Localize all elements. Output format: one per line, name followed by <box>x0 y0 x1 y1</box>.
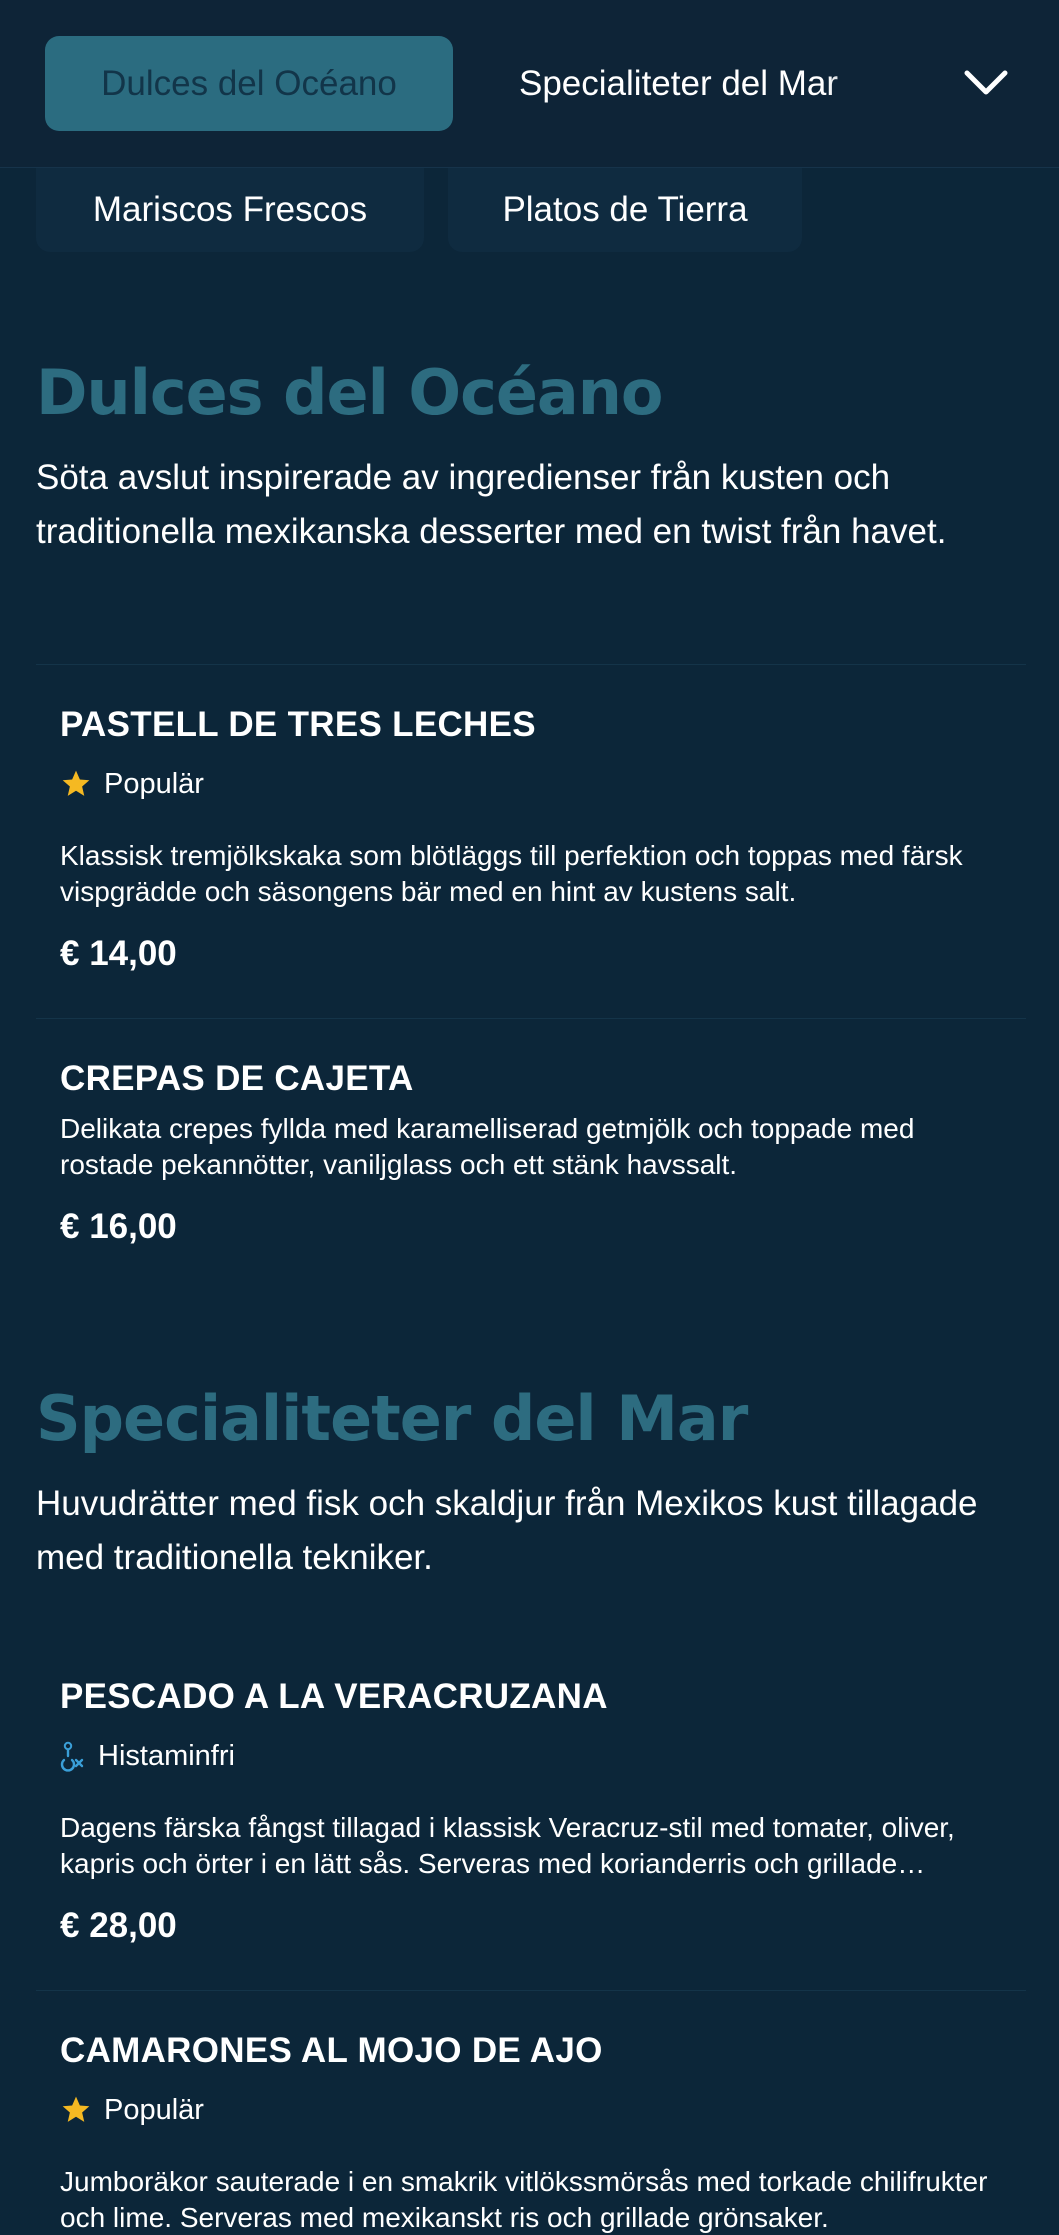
menu-item-price: € 28,00 <box>60 1906 177 1945</box>
menu-item-price: € 14,00 <box>60 934 177 973</box>
divider <box>36 1990 1026 1991</box>
star-icon <box>60 768 92 800</box>
badge-label: Populär <box>104 767 204 800</box>
menu-page: Dulces del Océano Specialiteter del Mar … <box>0 0 1059 2235</box>
section-description: Söta avslut inspirerade av ingredienser … <box>36 458 947 551</box>
badge-label: Histaminfri <box>98 1739 235 1772</box>
menu-item-name: CAMARONES AL MOJO DE AJO <box>60 2031 603 2070</box>
menu-item-name: PASTELL DE TRES LECHES <box>60 705 536 744</box>
menu-item-name: CREPAS DE CAJETA <box>60 1059 414 1098</box>
section-title: Dulces del Océano <box>36 356 663 429</box>
star-icon <box>60 2094 92 2126</box>
tab-dulces-del-oceano[interactable]: Dulces del Océano <box>45 36 453 131</box>
tab-mariscos-frescos[interactable]: Mariscos Frescos <box>36 168 424 252</box>
badge-label: Populär <box>104 2093 204 2126</box>
histamine-free-badge: Histaminfri <box>60 1736 235 1776</box>
chevron-down-icon <box>964 70 1008 95</box>
section-description: Huvudrätter med fisk och skaldjur från M… <box>36 1484 978 1577</box>
popular-badge: Populär <box>60 2090 204 2130</box>
histamine-free-icon <box>60 1740 86 1772</box>
divider <box>36 664 1026 665</box>
expand-categories-button[interactable] <box>950 44 1022 122</box>
menu-item-description: Dagens färska fångst tillagad i klassisk… <box>60 1812 955 1879</box>
menu-item-description: Klassisk tremjölkskaka som blötläggs til… <box>60 840 963 907</box>
menu-item-description: Jumboräkor sauterade i en smakrik vitlök… <box>60 2166 988 2233</box>
menu-item-description: Delikata crepes fyllda med karamellisera… <box>60 1113 915 1180</box>
popular-badge: Populär <box>60 764 204 804</box>
section-title: Specialiteter del Mar <box>36 1382 748 1455</box>
category-nav-bar: Dulces del Océano Specialiteter del Mar <box>0 0 1059 168</box>
tab-platos-de-tierra[interactable]: Platos de Tierra <box>448 168 802 252</box>
tab-specialiteter-del-mar[interactable]: Specialiteter del Mar <box>490 36 910 131</box>
divider <box>36 1018 1026 1019</box>
menu-item-price: € 16,00 <box>60 1207 177 1246</box>
menu-item-name: PESCADO A LA VERACRUZANA <box>60 1677 608 1716</box>
